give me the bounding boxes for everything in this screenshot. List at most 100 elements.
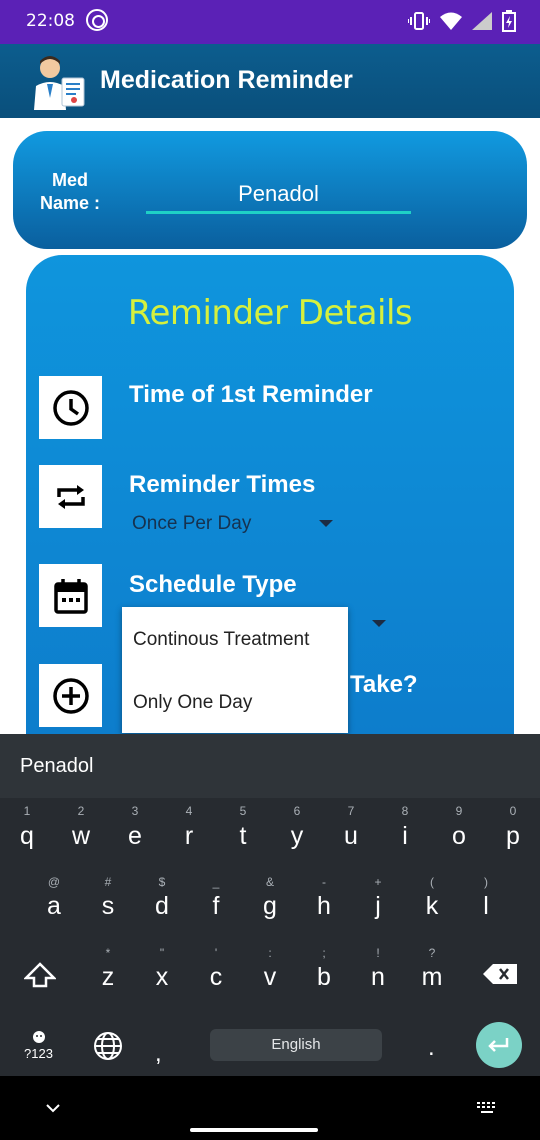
key-hint: ( bbox=[430, 875, 434, 889]
doctor-logo-icon bbox=[34, 56, 85, 110]
suggestion-word[interactable]: Penadol bbox=[20, 755, 93, 778]
key-r[interactable]: r bbox=[169, 822, 209, 851]
key-e[interactable]: e bbox=[115, 822, 155, 851]
at-sign-icon bbox=[86, 9, 108, 31]
key-hint: + bbox=[374, 875, 382, 889]
med-label-line1: Med bbox=[52, 170, 88, 190]
enter-button[interactable] bbox=[476, 1022, 522, 1068]
status-time: 22:08 bbox=[26, 11, 75, 31]
key-l[interactable]: l bbox=[466, 892, 506, 921]
key-i[interactable]: i bbox=[385, 822, 425, 851]
key-hint: ) bbox=[484, 875, 488, 889]
key-b[interactable]: b bbox=[304, 963, 344, 992]
how-many-take-label: Take? bbox=[350, 671, 418, 698]
med-name-label: Med Name : bbox=[37, 169, 103, 215]
med-name-card: Med Name : Penadol bbox=[13, 131, 527, 249]
app-bar: Medication Reminder bbox=[0, 44, 540, 118]
backspace-icon[interactable] bbox=[483, 964, 517, 984]
times-dropdown-caret-icon[interactable] bbox=[319, 520, 333, 527]
comma-key[interactable]: , bbox=[155, 1040, 162, 1068]
key-x[interactable]: x bbox=[142, 963, 182, 992]
suggestion-strip: Penadol bbox=[0, 734, 540, 798]
schedule-dropdown-caret-icon[interactable] bbox=[372, 620, 386, 627]
battery-icon bbox=[502, 10, 516, 32]
space-bar[interactable]: English bbox=[210, 1029, 382, 1061]
key-hint: 5 bbox=[239, 804, 247, 818]
key-hint: : bbox=[268, 946, 272, 960]
emoji-icon[interactable] bbox=[31, 1030, 47, 1044]
key-s[interactable]: s bbox=[88, 892, 128, 921]
key-v[interactable]: v bbox=[250, 963, 290, 992]
key-hint: $ bbox=[158, 875, 166, 889]
dropdown-option[interactable]: Only One Day bbox=[133, 692, 252, 714]
key-c[interactable]: c bbox=[196, 963, 236, 992]
key-d[interactable]: d bbox=[142, 892, 182, 921]
med-name-input[interactable]: Penadol bbox=[146, 181, 411, 207]
key-hint: " bbox=[159, 946, 165, 960]
key-k[interactable]: k bbox=[412, 892, 452, 921]
first-reminder-label[interactable]: Time of 1st Reminder bbox=[129, 381, 373, 409]
status-bar: 22:08 bbox=[0, 0, 540, 44]
add-circle-icon bbox=[52, 677, 89, 714]
home-handle[interactable] bbox=[190, 1128, 318, 1132]
key-hint: _ bbox=[212, 875, 220, 889]
key-hint: 7 bbox=[347, 804, 355, 818]
key-w[interactable]: w bbox=[61, 822, 101, 851]
key-hint: ! bbox=[376, 946, 380, 960]
wifi-icon bbox=[440, 12, 462, 30]
vibrate-icon bbox=[408, 12, 430, 30]
repeat-button[interactable] bbox=[39, 465, 102, 528]
med-name-underline bbox=[146, 211, 411, 214]
med-label-line2: Name : bbox=[39, 193, 101, 213]
key-j[interactable]: j bbox=[358, 892, 398, 921]
repeat-icon bbox=[56, 484, 85, 509]
key-hint: 0 bbox=[509, 804, 517, 818]
key-hint: 3 bbox=[131, 804, 139, 818]
key-hint: - bbox=[322, 875, 326, 889]
key-a[interactable]: a bbox=[34, 892, 74, 921]
key-t[interactable]: t bbox=[223, 822, 263, 851]
key-hint: 2 bbox=[77, 804, 85, 818]
schedule-type-label: Schedule Type bbox=[129, 571, 297, 598]
key-h[interactable]: h bbox=[304, 892, 344, 921]
period-key[interactable]: . bbox=[428, 1034, 435, 1062]
enter-icon bbox=[488, 1038, 509, 1052]
key-hint: & bbox=[265, 875, 274, 889]
key-hint: 8 bbox=[401, 804, 409, 818]
calendar-button[interactable] bbox=[39, 564, 102, 627]
key-hint: @ bbox=[47, 875, 61, 889]
key-p[interactable]: p bbox=[493, 822, 533, 851]
key-hint: 6 bbox=[293, 804, 301, 818]
reminder-times-spinner[interactable]: Once Per Day bbox=[132, 513, 251, 535]
key-q[interactable]: q bbox=[7, 822, 47, 851]
key-f[interactable]: f bbox=[196, 892, 236, 921]
calendar-icon bbox=[53, 578, 88, 614]
signal-icon bbox=[472, 12, 492, 30]
shift-icon[interactable] bbox=[24, 962, 56, 988]
key-hint: 1 bbox=[23, 804, 31, 818]
key-o[interactable]: o bbox=[439, 822, 479, 851]
key-hint: 4 bbox=[185, 804, 193, 818]
globe-icon[interactable] bbox=[92, 1030, 124, 1062]
symbols-key[interactable]: ?123 bbox=[24, 1046, 53, 1061]
reminder-times-label: Reminder Times bbox=[129, 471, 316, 498]
app-title: Medication Reminder bbox=[100, 66, 353, 94]
keyboard-switch-icon[interactable] bbox=[477, 1102, 499, 1114]
key-z[interactable]: z bbox=[88, 963, 128, 992]
hide-keyboard-chevron-icon[interactable] bbox=[45, 1103, 61, 1113]
dropdown-option[interactable]: Continous Treatment bbox=[133, 629, 309, 651]
key-g[interactable]: g bbox=[250, 892, 290, 921]
key-hint: * bbox=[105, 946, 111, 960]
key-m[interactable]: m bbox=[412, 963, 452, 992]
clock-button[interactable] bbox=[39, 376, 102, 439]
key-hint: ? bbox=[428, 946, 436, 960]
key-hint: # bbox=[104, 875, 112, 889]
key-hint: ; bbox=[322, 946, 326, 960]
key-u[interactable]: u bbox=[331, 822, 371, 851]
key-hint: ' bbox=[214, 946, 218, 960]
navigation-bar bbox=[0, 1076, 540, 1140]
key-hint: 9 bbox=[455, 804, 463, 818]
add-dose-button[interactable] bbox=[39, 664, 102, 727]
key-n[interactable]: n bbox=[358, 963, 398, 992]
key-y[interactable]: y bbox=[277, 822, 317, 851]
